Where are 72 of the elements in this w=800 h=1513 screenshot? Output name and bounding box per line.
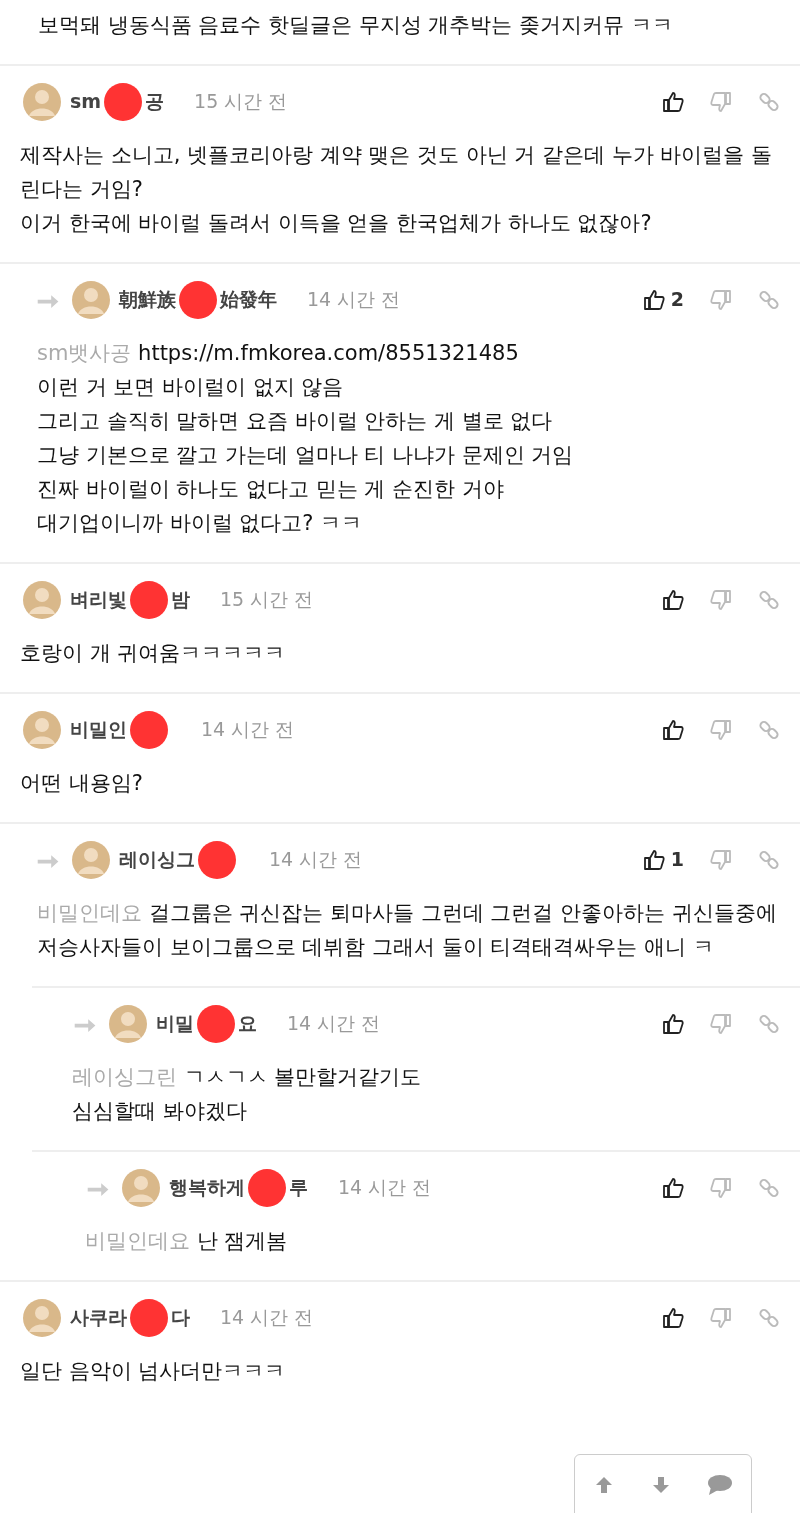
link-icon xyxy=(758,849,780,871)
downvote-button[interactable] xyxy=(710,1305,732,1330)
upvote-button[interactable]: 1 xyxy=(642,845,684,874)
thumb-icon xyxy=(642,288,665,311)
link-icon xyxy=(758,589,780,611)
username: 비밀인 xyxy=(70,717,127,743)
link-icon xyxy=(758,91,780,113)
thumb-icon xyxy=(662,1012,684,1035)
link-icon xyxy=(758,719,780,741)
timestamp: 14 시간 전 xyxy=(287,1011,381,1037)
username: 비밀 xyxy=(156,1011,194,1037)
comment-text: 비밀인데요 난 잼게봄 xyxy=(85,1227,289,1255)
downvote-button[interactable] xyxy=(710,847,732,872)
downvote-button[interactable] xyxy=(710,717,732,742)
thumb-icon xyxy=(710,1013,732,1035)
thumb-icon xyxy=(642,848,665,871)
thumb-icon xyxy=(710,849,732,871)
upvote-button[interactable] xyxy=(662,1306,684,1329)
thumb-icon xyxy=(710,589,732,611)
timestamp: 14 시간 전 xyxy=(220,1305,314,1331)
speech-bubble-icon xyxy=(707,1473,734,1496)
upvote-button[interactable] xyxy=(662,588,684,611)
username: 밤 xyxy=(171,587,190,613)
downvote-button[interactable] xyxy=(710,287,732,312)
timestamp: 14 시간 전 xyxy=(307,287,401,313)
thumb-icon xyxy=(662,588,684,611)
thumb-icon xyxy=(662,718,684,741)
timestamp: 15 시간 전 xyxy=(220,587,314,613)
username: 공 xyxy=(145,89,165,115)
username: 요 xyxy=(238,1011,257,1037)
comment-text: 일단 음악이 넘사더만ㅋㅋㅋ xyxy=(20,1357,287,1385)
username: 레이싱그 xyxy=(119,847,195,873)
username: 다 xyxy=(171,1305,190,1331)
upvote-button[interactable] xyxy=(662,1176,684,1199)
comment-text: 호랑이 개 귀여움ㅋㅋㅋㅋㅋ xyxy=(20,639,287,667)
link-icon xyxy=(758,1177,780,1199)
username: 사쿠라 xyxy=(70,1305,127,1331)
username: sm xyxy=(70,89,102,115)
thumb-icon xyxy=(662,90,684,113)
timestamp: 14 시간 전 xyxy=(201,717,295,743)
thumb-icon xyxy=(710,91,732,113)
thumb-icon xyxy=(710,719,732,741)
upvote-button[interactable]: 2 xyxy=(642,285,684,314)
thumb-icon xyxy=(662,1306,684,1329)
thumb-icon xyxy=(710,1307,732,1329)
username: 행복하게 xyxy=(169,1175,245,1201)
timestamp: 14 시간 전 xyxy=(338,1175,432,1201)
link-icon xyxy=(758,1307,780,1329)
comment-text: 비밀인데요 걸그룹은 귀신잡는 퇴마사들 그런데 그런걸 안좋아하는 귀신들중에 저승사자들이 보이그룹으로 데뷔함 그래서 둘이 티격태격싸우는 애니 ㅋ xyxy=(36,899,778,961)
comment-text: 어떤 내용임? xyxy=(20,769,144,797)
post-text: 보먹돼 냉동식품 음료수 핫딜글은 무지성 개추박는 좆거지커뮤 ㅋㅋ xyxy=(0,0,800,66)
timestamp: 14 시간 전 xyxy=(269,847,363,873)
link-icon xyxy=(758,1013,780,1035)
comment-text: sm뱃사공 https://m.fmkorea.com/8551321485 이런 거 보면 바이럴이 없지 않음 그리고 솔직히 말하면 요즘 바이럴 안하는 게 별로 없다 그냥 기본으로 깔고 가는데 얼마나 티 나냐가 문제인 거임 진짜 바이럴이 하나도 없다고 믿는 게 순진한 거야 대기업이니까 바이럴 없다고? ㅋㅋ xyxy=(36,339,575,537)
link-icon xyxy=(758,289,780,311)
downvote-button[interactable] xyxy=(710,89,732,114)
downvote-button[interactable] xyxy=(710,1175,732,1200)
username: 朝鮮族 xyxy=(119,287,176,313)
username: 벼리빛 xyxy=(70,587,127,613)
username: 始發年 xyxy=(220,287,277,313)
downvote-button[interactable] xyxy=(710,1011,732,1036)
upvote-button[interactable] xyxy=(662,90,684,113)
timestamp: 15 시간 전 xyxy=(194,89,288,115)
username: 루 xyxy=(289,1175,308,1201)
comment-text: 레이싱그린 ㄱㅅㄱㅅ 볼만할거같기도 심심할때 봐야겠다 xyxy=(72,1063,423,1125)
downvote-button[interactable] xyxy=(710,587,732,612)
upvote-button[interactable] xyxy=(662,718,684,741)
thumb-icon xyxy=(662,1176,684,1199)
comment-text: 제작사는 소니고, 넷플코리아랑 계약 맺은 것도 아닌 거 같은데 누가 바이럴을 돌린다는 거임? 이거 한국에 바이럴 돌려서 이득을 얻을 한국업체가 하나도 없잖아? xyxy=(20,141,774,237)
upvote-button[interactable] xyxy=(662,1012,684,1035)
thumb-icon xyxy=(710,289,732,311)
thumb-icon xyxy=(710,1177,732,1199)
